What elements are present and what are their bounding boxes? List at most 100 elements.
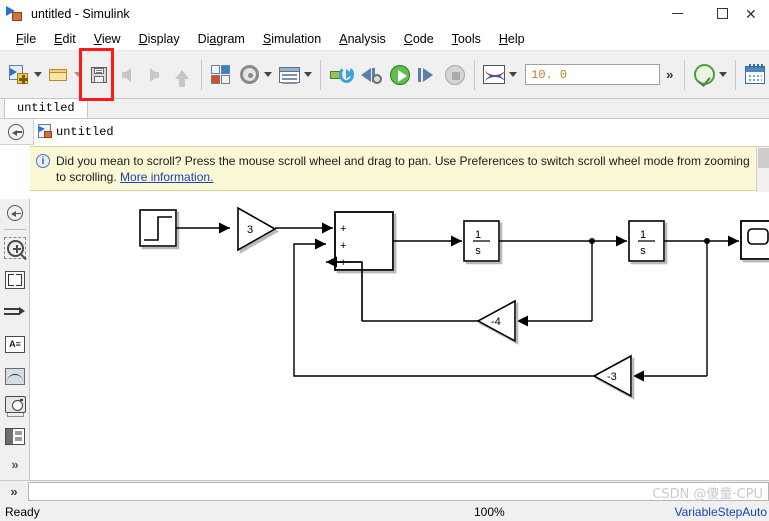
breadcrumb-path-field[interactable]: untitled xyxy=(33,118,769,145)
info-icon: i xyxy=(36,154,50,168)
menu-item-view[interactable]: View xyxy=(85,30,130,48)
plot-icon xyxy=(5,367,25,385)
title-bar: untitled - Simulink ✕ xyxy=(0,0,769,27)
run-button[interactable] xyxy=(386,60,414,90)
gear-icon xyxy=(239,65,259,84)
toolbar-separator-2 xyxy=(320,59,322,90)
up-button[interactable] xyxy=(169,60,197,90)
sidebar-item-annotation[interactable]: A≡ xyxy=(0,328,30,360)
scope-icon xyxy=(483,65,506,84)
scope-dropdown-icon[interactable] xyxy=(509,72,518,77)
watermark: CSDN @傻童·CPU xyxy=(652,487,763,502)
gain--4-label: -4 xyxy=(491,316,501,328)
toolbar-overflow-icon[interactable]: » xyxy=(666,67,673,82)
sidebar-item-signal-routing[interactable] xyxy=(0,296,30,328)
menu-label-view: iew xyxy=(101,31,121,46)
simulink-model-icon xyxy=(38,124,54,139)
maximize-button[interactable] xyxy=(700,0,745,27)
tab-untitled[interactable]: untitled xyxy=(4,98,88,118)
sidebar-item-navigate-back[interactable] xyxy=(0,199,30,227)
configuration-dropdown-icon[interactable] xyxy=(264,72,273,77)
sum-sign-2: + xyxy=(340,240,346,252)
save-button[interactable] xyxy=(85,60,113,90)
update-diagram-button[interactable] xyxy=(326,60,358,90)
canvas-toolbar-sidebar: A≡ » xyxy=(0,199,30,480)
scheduler-button[interactable] xyxy=(741,60,769,90)
sidebar-divider xyxy=(3,229,26,230)
forward-button[interactable] xyxy=(141,60,169,90)
integrator-2[interactable]: 1 s xyxy=(628,220,665,262)
feedback-gain-4[interactable]: -4 xyxy=(476,299,516,343)
integrator2-denominator: s xyxy=(640,245,646,257)
sum-block[interactable]: + + + xyxy=(334,211,394,271)
new-model-button[interactable] xyxy=(5,60,33,90)
menu-item-analysis[interactable]: Analysis xyxy=(330,30,395,48)
sidebar-item-zoom-in[interactable] xyxy=(0,232,30,264)
menu-item-simulation[interactable]: Simulation xyxy=(254,30,330,48)
properties-dropdown-icon[interactable] xyxy=(304,72,313,77)
breadcrumb-back-icon[interactable] xyxy=(8,123,24,140)
model-canvas[interactable]: 3 + + + 1 s 1 s -4 -3 xyxy=(30,199,769,480)
advisor-dropdown-icon[interactable] xyxy=(719,72,728,77)
gain--3-label: -3 xyxy=(607,371,617,383)
notification-scrollbar[interactable] xyxy=(756,147,769,192)
sidebar-item-fit-to-view[interactable] xyxy=(0,264,30,296)
menu-item-file[interactable]: File xyxy=(7,30,45,48)
step-back-button[interactable] xyxy=(358,60,386,90)
menu-item-display[interactable]: Display xyxy=(130,30,189,48)
menu-item-diagram[interactable]: Diagram xyxy=(189,30,254,48)
menu-item-tools[interactable]: Tools xyxy=(443,30,490,48)
open-dropdown-icon[interactable] xyxy=(73,72,82,77)
integrator1-numerator: 1 xyxy=(475,229,481,241)
new-model-dropdown-icon[interactable] xyxy=(33,72,42,77)
menu-label-analysis: nalysis xyxy=(347,31,386,46)
signal-arrow-icon xyxy=(4,305,26,319)
menu-label-diagram: gram xyxy=(216,31,245,46)
minimize-button[interactable] xyxy=(655,0,700,27)
menu-item-help[interactable]: Help xyxy=(490,30,534,48)
menu-label-code: ode xyxy=(412,31,434,46)
integrator2-numerator: 1 xyxy=(640,229,646,241)
step-forward-button[interactable] xyxy=(413,60,441,90)
more-information-link[interactable]: More information. xyxy=(120,170,213,184)
block-diagram: 3 + + + 1 s 1 s -4 -3 xyxy=(139,206,769,398)
window-controls: ✕ xyxy=(655,0,769,27)
stop-button[interactable] xyxy=(441,60,469,90)
library-browser-button[interactable] xyxy=(207,60,235,90)
back-button[interactable] xyxy=(113,60,141,90)
tab-strip: untitled xyxy=(0,98,769,119)
close-icon: ✕ xyxy=(745,5,757,22)
command-chevron-icon[interactable]: » xyxy=(0,484,28,499)
step-block[interactable] xyxy=(139,209,177,247)
simulation-stop-time-input[interactable] xyxy=(525,64,661,85)
scope-block[interactable] xyxy=(740,220,769,260)
menu-item-edit[interactable]: Edit xyxy=(45,30,85,48)
menu-item-code[interactable]: Code xyxy=(395,30,443,48)
close-button[interactable]: ✕ xyxy=(745,0,769,27)
status-solver-label[interactable]: VariableStepAuto xyxy=(674,505,767,519)
annotation-icon: A≡ xyxy=(5,335,25,353)
save-icon xyxy=(88,65,110,85)
status-ready-label: Ready xyxy=(5,504,40,519)
simulink-model-icon xyxy=(6,5,24,22)
feedback-gain-3[interactable]: -3 xyxy=(592,354,632,398)
open-model-button[interactable] xyxy=(45,60,73,90)
step-back-icon xyxy=(360,66,383,84)
sidebar-item-more-tools[interactable]: » xyxy=(0,452,30,476)
model-properties-button[interactable] xyxy=(275,60,303,90)
update-diagram-icon xyxy=(329,65,354,84)
gain-block-3[interactable]: 3 xyxy=(237,206,277,252)
integrator-1[interactable]: 1 s xyxy=(463,220,500,262)
breadcrumb-path-label: untitled xyxy=(56,124,114,139)
model-configuration-button[interactable] xyxy=(235,60,263,90)
toolbar-separator xyxy=(201,59,203,90)
notification-text-wrap: Did you mean to scroll? Press the mouse … xyxy=(56,153,756,185)
sidebar-item-panel-layout[interactable] xyxy=(0,420,30,452)
chevron-double-right-icon: » xyxy=(11,456,19,472)
sidebar-item-snapshot[interactable] xyxy=(0,388,30,420)
stop-icon xyxy=(445,64,466,85)
scope-viewer-button[interactable] xyxy=(480,60,508,90)
panel-layout-icon xyxy=(5,427,25,445)
sum-sign-1: + xyxy=(340,223,346,235)
model-advisor-button[interactable] xyxy=(690,60,718,90)
